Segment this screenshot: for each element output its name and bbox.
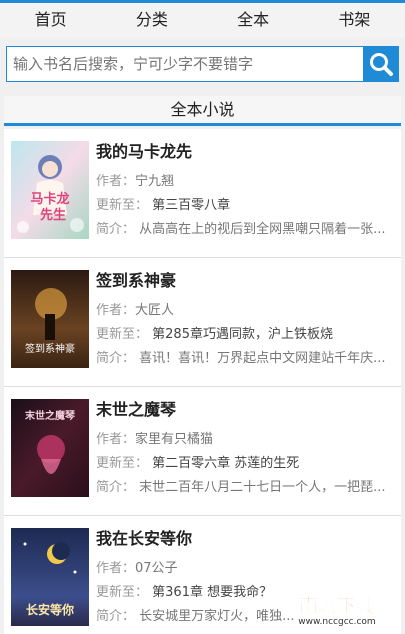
- latest-chapter[interactable]: 第二百零六章 苏莲的生死: [152, 456, 299, 471]
- updated-label: 更新至：: [96, 327, 149, 342]
- intro-label: 简介：: [96, 351, 136, 366]
- author-label: 作者：: [96, 561, 136, 576]
- author-label: 作者：: [96, 174, 136, 189]
- svg-text:www.nccgcc.com: www.nccgcc.com: [298, 617, 375, 627]
- nav-category[interactable]: 分类: [101, 3, 202, 38]
- site-watermark: 南城下载 www.nccgcc.com: [277, 590, 397, 628]
- book-title[interactable]: 末世之魔琴: [96, 399, 393, 431]
- top-nav: 首页 分类 全本 书架: [0, 0, 405, 38]
- nav-home[interactable]: 首页: [0, 3, 101, 38]
- author-label: 作者：: [96, 303, 136, 318]
- author-value: 宁九翘: [135, 174, 175, 189]
- latest-chapter[interactable]: 第361章 想要我命？: [152, 585, 272, 600]
- book-title[interactable]: 签到系神豪: [96, 270, 393, 302]
- intro-text: 末世二百年八月二十七日一个人，一把琵...: [139, 480, 386, 495]
- book-list: 马卡龙 先生 我的马卡龙先 作者：宁九翘 更新至： 第三百零八章 简介： 从高高…: [4, 129, 401, 634]
- search-bar: [6, 46, 399, 82]
- nav-completed[interactable]: 全本: [203, 3, 304, 38]
- intro-label: 简介：: [96, 609, 136, 624]
- book-title[interactable]: 我在长安等你: [96, 528, 393, 560]
- svg-text:南城下载: 南城下载: [299, 594, 375, 617]
- nav-bookshelf[interactable]: 书架: [304, 3, 405, 38]
- author-value: 07公子: [135, 561, 178, 576]
- svg-text:签到系神豪: 签到系神豪: [25, 342, 75, 355]
- intro-label: 简介：: [96, 222, 136, 237]
- book-title[interactable]: 我的马卡龙先: [96, 141, 393, 173]
- latest-chapter[interactable]: 第285章巧遇同款，沪上铁板烧: [152, 327, 333, 342]
- updated-label: 更新至：: [96, 456, 149, 471]
- book-cover[interactable]: 签到系神豪: [11, 270, 89, 368]
- search-button[interactable]: [363, 46, 399, 82]
- book-item[interactable]: 末世之魔琴 末世之魔琴 作者：家里有只橘猫 更新至： 第二百零六章 苏莲的生死 …: [4, 387, 401, 516]
- author-value: 家里有只橘猫: [135, 432, 214, 447]
- svg-text:长安等你: 长安等你: [26, 602, 74, 617]
- book-cover[interactable]: 末世之魔琴: [11, 399, 89, 497]
- updated-label: 更新至：: [96, 585, 149, 600]
- search-icon: [370, 53, 393, 76]
- svg-text:马卡龙: 马卡龙: [30, 191, 69, 207]
- author-label: 作者：: [96, 432, 136, 447]
- book-cover[interactable]: 马卡龙 先生: [11, 141, 89, 239]
- section-title: 全本小说: [4, 96, 401, 126]
- svg-text:末世之魔琴: 末世之魔琴: [25, 409, 75, 422]
- intro-text: 从高高在上的视后到全网黑嘲只隔着一张...: [139, 222, 386, 237]
- updated-label: 更新至：: [96, 198, 149, 213]
- latest-chapter[interactable]: 第三百零八章: [152, 198, 230, 213]
- book-item[interactable]: 签到系神豪 签到系神豪 作者：大匠人 更新至： 第285章巧遇同款，沪上铁板烧 …: [4, 258, 401, 387]
- svg-text:先生: 先生: [40, 207, 66, 223]
- book-cover[interactable]: 长安等你: [11, 528, 89, 626]
- intro-text: 长安城里万家灯火，唯独...: [139, 609, 295, 624]
- search-input[interactable]: [6, 46, 363, 82]
- author-value: 大匠人: [135, 303, 175, 318]
- book-item[interactable]: 马卡龙 先生 我的马卡龙先 作者：宁九翘 更新至： 第三百零八章 简介： 从高高…: [4, 129, 401, 258]
- intro-text: 喜讯！喜讯！万界起点中文网建站千年庆...: [139, 351, 386, 366]
- intro-label: 简介：: [96, 480, 136, 495]
